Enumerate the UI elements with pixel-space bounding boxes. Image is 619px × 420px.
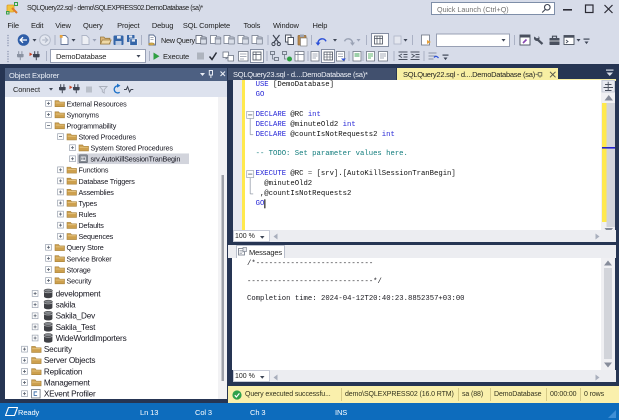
svg-text:Server Objects: Server Objects <box>44 356 95 365</box>
svg-text:DemoDatabase: DemoDatabase <box>56 52 106 61</box>
svg-text:Defaults: Defaults <box>79 221 105 230</box>
svg-text:Stored Procedures: Stored Procedures <box>79 133 137 142</box>
svg-text:Service Broker: Service Broker <box>67 254 113 263</box>
svg-text:Execute: Execute <box>163 52 189 61</box>
svg-text:Storage: Storage <box>67 265 91 274</box>
svg-text:Query Store: Query Store <box>67 243 104 252</box>
svg-text:Replication: Replication <box>44 367 83 376</box>
svg-text:Assemblies: Assemblies <box>79 188 115 197</box>
svg-text:srv.AutoKillSessionTranBegin: srv.AutoKillSessionTranBegin <box>91 155 181 164</box>
svg-text:Programmability: Programmability <box>67 121 117 130</box>
svg-text:New Query: New Query <box>161 36 195 45</box>
svg-text:Connect: Connect <box>13 85 41 94</box>
svg-text:Rules: Rules <box>79 210 97 219</box>
svg-text:XEvent Profiler: XEvent Profiler <box>44 390 96 399</box>
svg-text:Functions: Functions <box>79 166 109 175</box>
svg-text:External Resources: External Resources <box>67 99 128 108</box>
svg-text:development: development <box>56 289 102 298</box>
svg-text:Sakila_Test: Sakila_Test <box>56 323 97 332</box>
svg-text:Sequences: Sequences <box>79 232 114 241</box>
svg-text:Security: Security <box>44 345 73 354</box>
svg-text:Sakila_Dev: Sakila_Dev <box>56 312 97 321</box>
svg-text:Management: Management <box>44 378 91 387</box>
svg-text:Types: Types <box>79 199 98 208</box>
svg-text:Security: Security <box>67 276 92 285</box>
svg-text:Database Triggers: Database Triggers <box>79 177 136 186</box>
svg-text:WideWorldImporters: WideWorldImporters <box>56 334 127 343</box>
svg-text:System Stored Procedures: System Stored Procedures <box>91 144 174 153</box>
svg-text:Synonyms: Synonyms <box>67 110 100 119</box>
svg-text:sakila: sakila <box>56 301 76 310</box>
